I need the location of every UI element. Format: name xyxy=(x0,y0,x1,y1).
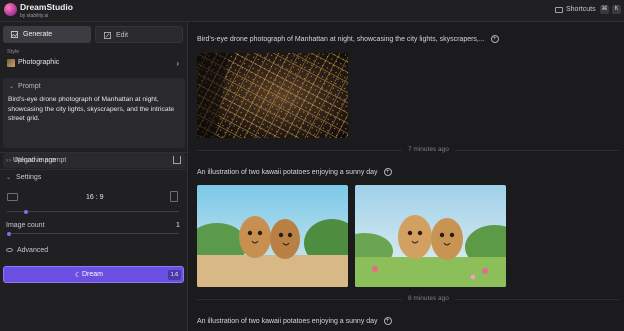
add-icon[interactable]: + xyxy=(383,317,392,325)
tab-generate-label: Generate xyxy=(23,31,53,38)
timestamp: 8 minutes ago xyxy=(402,295,455,302)
kawaii-potatoes-image xyxy=(197,185,348,287)
chevron-right-icon: › xyxy=(6,158,8,164)
edit-icon xyxy=(104,32,111,39)
shortcut-key-cmd: ⌘ xyxy=(600,5,609,14)
feed-prompt-header: Bird's-eye drone photograph of Manhattan… xyxy=(197,35,499,43)
generation-feed: Bird's-eye drone photograph of Manhattan… xyxy=(188,22,624,331)
top-bar: DreamStudio by stability.ai Shortcuts ⌘ … xyxy=(0,0,624,22)
upload-image-label: Upload image xyxy=(13,157,57,164)
add-icon[interactable]: + xyxy=(490,35,499,43)
image-count-slider[interactable] xyxy=(7,231,179,236)
kawaii-potatoes-image xyxy=(355,185,506,287)
add-icon[interactable]: + xyxy=(383,168,392,176)
aspect-ratio-slider[interactable] xyxy=(7,209,179,214)
dream-button[interactable]: ☾ Dream 1.6 xyxy=(3,266,184,283)
portrait-ratio-icon[interactable] xyxy=(170,191,178,202)
feed-prompt-text: An illustration of two kawaii potatoes e… xyxy=(197,317,378,325)
advanced-toggle[interactable]: Advanced xyxy=(6,247,48,254)
sidebar: Generate Edit Style Photographic › ⌄ Prom… xyxy=(0,22,188,331)
chevron-right-icon: › xyxy=(176,59,179,68)
feed-prompt-header: An illustration of two kawaii potatoes e… xyxy=(197,168,392,176)
settings-row[interactable]: ⌄ Settings xyxy=(0,169,187,185)
dream-button-label: Dream xyxy=(82,271,104,278)
tab-generate[interactable]: Generate xyxy=(3,26,91,43)
prompt-panel[interactable]: ⌄ Prompt Bird's-eye drone photograph of M… xyxy=(3,78,185,148)
tab-edit[interactable]: Edit xyxy=(95,26,183,43)
prompt-textarea[interactable]: Bird's-eye drone photograph of Manhattan… xyxy=(8,95,180,124)
generate-icon xyxy=(11,31,18,38)
feed-prompt-text: An illustration of two kawaii potatoes e… xyxy=(197,168,378,176)
style-selector[interactable]: Photographic › xyxy=(3,57,185,71)
dream-icon: ☾ xyxy=(75,272,82,279)
settings-label: Settings xyxy=(16,174,42,181)
app-title: DreamStudio xyxy=(20,2,73,12)
generated-image-potatoes-2[interactable] xyxy=(355,185,506,287)
shortcut-key-k: K xyxy=(612,5,621,14)
aspect-ratio-slider-handle[interactable] xyxy=(23,209,28,214)
prompt-header[interactable]: ⌄ Prompt xyxy=(9,83,41,90)
feed-prompt-header: An illustration of two kawaii potatoes e… xyxy=(197,317,392,325)
keyboard-icon[interactable] xyxy=(555,7,563,13)
upload-icon[interactable] xyxy=(173,156,181,164)
generated-image-manhattan[interactable] xyxy=(197,53,348,138)
tab-edit-label: Edit xyxy=(116,32,129,39)
generated-image-potatoes-1[interactable] xyxy=(197,185,348,287)
upload-image-row[interactable]: › Upload image xyxy=(0,152,187,168)
chevron-down-icon: ⌄ xyxy=(6,175,12,181)
feed-prompt-text: Bird's-eye drone photograph of Manhattan… xyxy=(197,35,485,43)
manhattan-night-image xyxy=(197,53,348,138)
style-label: Style xyxy=(7,49,20,55)
image-count-value: 1 xyxy=(176,222,180,229)
image-count-label: Image count xyxy=(6,222,45,229)
aspect-ratio-value: 16 : 9 xyxy=(86,194,104,201)
credits-badge: 1.6 xyxy=(168,270,181,280)
image-count-slider-handle[interactable] xyxy=(7,231,11,236)
timestamp: 7 minutes ago xyxy=(402,146,455,153)
style-value: Photographic xyxy=(18,59,60,66)
shortcuts-button[interactable]: Shortcuts xyxy=(566,6,596,13)
dreamstudio-logo xyxy=(4,3,17,16)
app-byline: by stability.ai xyxy=(20,13,49,19)
eye-icon xyxy=(6,248,13,253)
advanced-label: Advanced xyxy=(17,247,49,254)
chevron-down-icon: ⌄ xyxy=(9,84,15,90)
prompt-label: Prompt xyxy=(18,83,41,90)
landscape-ratio-icon[interactable] xyxy=(7,193,18,201)
style-thumbnail xyxy=(7,59,15,67)
